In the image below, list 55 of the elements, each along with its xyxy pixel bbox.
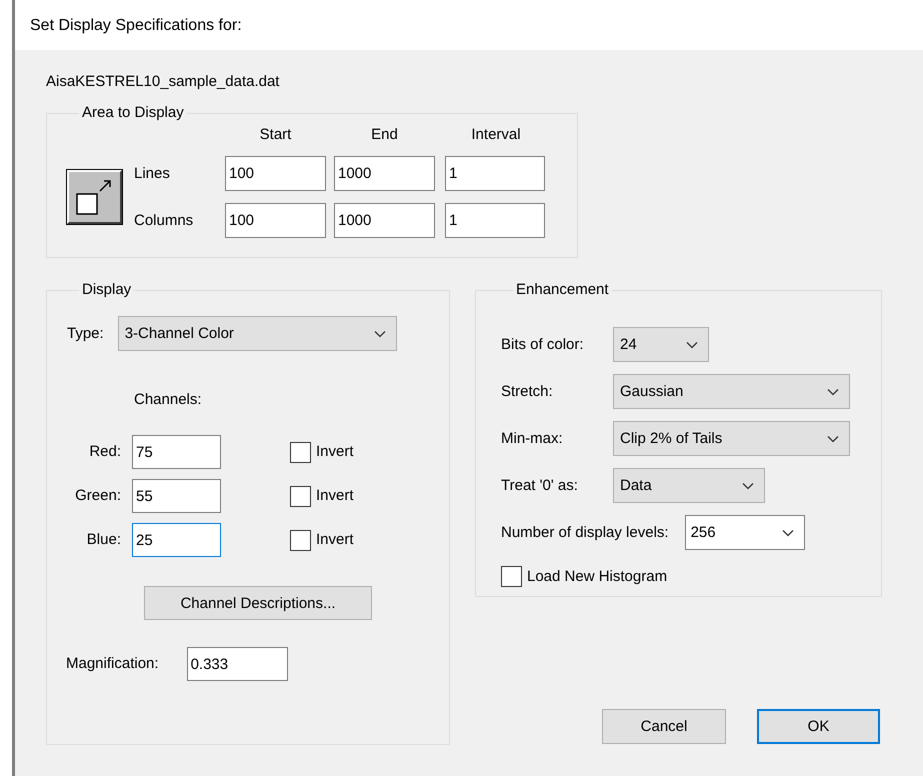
setting-dropdown[interactable]: Gaussian — [613, 374, 850, 409]
row-label: Lines — [133, 164, 170, 182]
field-label: Number of display levels: — [501, 524, 669, 542]
resize-button[interactable] — [67, 170, 122, 224]
chevron-down-icon — [686, 340, 698, 348]
field-label: Bits of color: — [501, 336, 585, 354]
group-title: Area to Display — [82, 104, 184, 121]
channel-field[interactable]: 25 — [132, 523, 221, 557]
setting-dropdown[interactable]: 24 — [613, 327, 709, 362]
field-label: Magnification: — [66, 655, 159, 673]
input-field[interactable]: 100 — [225, 203, 326, 238]
channel-label: Blue: — [86, 531, 121, 549]
input-field[interactable]: 1000 — [334, 156, 435, 191]
checkbox[interactable] — [290, 442, 311, 462]
channel-field[interactable]: 55 — [132, 479, 221, 513]
channel-label: Green: — [74, 487, 121, 505]
cancel-button[interactable]: Cancel — [602, 709, 726, 744]
setting-dropdown[interactable]: Clip 2% of Tails — [613, 421, 850, 456]
column-header: End — [371, 126, 398, 144]
group-title: Display — [82, 281, 132, 298]
chevron-down-icon — [827, 388, 839, 396]
channel-descriptions-button[interactable]: Channel Descriptions... — [144, 586, 372, 620]
channel-label: Red: — [88, 443, 121, 461]
row-label: Columns — [133, 212, 194, 230]
ok-button[interactable]: OK — [757, 709, 880, 744]
checkbox-label: Invert — [316, 487, 354, 505]
field-label: Min-max: — [501, 430, 564, 448]
chevron-down-icon — [374, 330, 386, 338]
checkbox-label: Invert — [316, 443, 354, 461]
input-field[interactable]: 1000 — [334, 203, 435, 238]
checkbox[interactable] — [501, 566, 522, 587]
chevron-down-icon — [827, 434, 839, 442]
field-label: Type: — [67, 324, 104, 342]
input-field[interactable]: 1 — [445, 203, 545, 238]
field-label: Treat '0' as: — [501, 476, 579, 494]
input-field[interactable]: 1 — [445, 156, 545, 191]
chevron-down-icon — [742, 482, 754, 490]
field-label: Stretch: — [501, 382, 554, 400]
magnification-field[interactable]: 0.333 — [186, 647, 288, 681]
file-name: AisaKESTREL10_sample_data.dat — [46, 73, 280, 91]
column-header: Interval — [471, 126, 521, 144]
chevron-down-icon — [782, 528, 794, 536]
group-title: Enhancement — [516, 281, 609, 298]
channel-field[interactable]: 75 — [132, 435, 221, 469]
input-field[interactable]: 100 — [225, 156, 326, 191]
setting-dropdown[interactable]: Data — [613, 468, 765, 503]
checkbox[interactable] — [290, 530, 311, 550]
window-title: Set Display Specifications for: — [30, 17, 242, 35]
checkbox-label: Load New Histogram — [527, 568, 668, 586]
checkbox[interactable] — [290, 486, 311, 506]
section-label: Channels: — [134, 391, 202, 409]
levels-combo-box[interactable]: 256 — [684, 515, 805, 550]
column-header: Start — [260, 126, 292, 144]
checkbox-label: Invert — [316, 531, 354, 549]
type-dropdown[interactable]: 3-Channel Color — [118, 316, 397, 351]
